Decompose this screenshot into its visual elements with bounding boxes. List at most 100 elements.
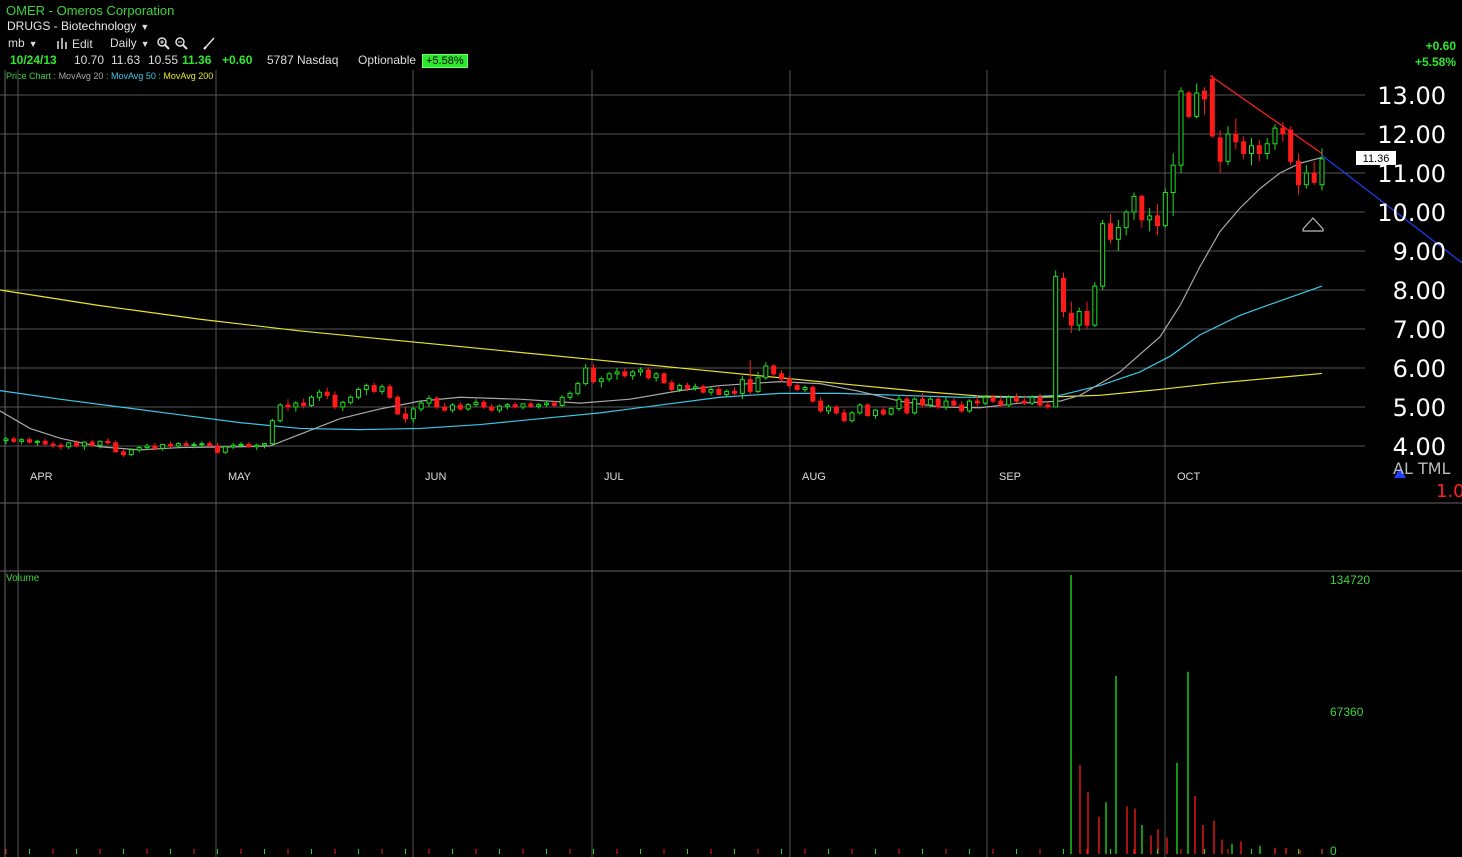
candle-down [1288, 129, 1294, 162]
month-label: JUL [604, 471, 624, 483]
candle-up [340, 401, 346, 408]
candle-up [1076, 310, 1082, 326]
candle-down [700, 386, 706, 393]
candle-down [716, 388, 722, 396]
candle-up [896, 398, 902, 410]
candle-down [457, 404, 463, 410]
candle-down [951, 400, 957, 406]
candle-down [371, 385, 377, 392]
candle-down [215, 445, 220, 453]
volume-tick-label: 0 [1330, 844, 1337, 857]
candle-up [606, 373, 612, 380]
candle-up [1123, 211, 1129, 229]
candle-up [504, 404, 510, 407]
candle-down [183, 443, 189, 446]
candle-down [74, 442, 79, 447]
candle-up [802, 387, 808, 390]
chart-grid: APR MAY JUN JUL AUG SEP OCT [0, 70, 1462, 857]
candle-up [982, 396, 988, 404]
candle-up [1319, 158, 1325, 186]
candle-up [1115, 227, 1121, 240]
ma20-line [0, 156, 1323, 451]
candle-down [645, 369, 651, 379]
candle-up [763, 365, 769, 379]
candle-up [520, 403, 526, 408]
price-chart[interactable]: APR MAY JUN JUL AUG SEP OCT 13.0012.0011.0010.… [0, 0, 1462, 857]
candle-up [888, 408, 894, 415]
price-tick-label: 7.00 [1393, 316, 1446, 344]
candle-up [222, 446, 228, 453]
month-label: SEP [999, 471, 1021, 483]
candle-up [136, 447, 142, 451]
volume-pane: Volume 134720 67360 0 [5, 573, 1370, 857]
candle-up [873, 409, 878, 417]
candle-down [168, 443, 173, 447]
candle-up [66, 442, 72, 448]
candle-down [990, 396, 996, 402]
candle-up [536, 404, 542, 407]
candle-up [3, 438, 9, 442]
candle-down [771, 365, 777, 375]
month-label: JUN [425, 471, 446, 483]
candle-down [1014, 396, 1019, 402]
candle-down [959, 404, 965, 412]
candle-down [904, 398, 910, 414]
candle-down [207, 443, 213, 447]
candle-up [1249, 145, 1254, 154]
candle-down [732, 390, 737, 394]
candle-up [418, 402, 424, 410]
candle-up [34, 440, 40, 443]
candle-down [301, 402, 307, 406]
candle-up [927, 398, 933, 406]
candle-down [442, 406, 448, 411]
volume-tick-label: 67360 [1330, 705, 1364, 719]
candle-down [1296, 160, 1301, 186]
ma50-line [0, 285, 1323, 431]
candle-up [191, 443, 197, 446]
candle-down [1217, 137, 1223, 162]
candle-down [152, 445, 158, 449]
candle-up [426, 397, 432, 404]
candle-up [309, 396, 314, 406]
candle-up [1225, 133, 1231, 162]
candle-down [11, 438, 17, 442]
month-label: APR [30, 471, 53, 483]
candle-down [880, 409, 886, 415]
candle-down [434, 397, 440, 408]
price-tick-label: 9.00 [1393, 238, 1446, 266]
candle-down [685, 385, 690, 389]
candle-up [465, 404, 471, 410]
candle-down [865, 404, 871, 417]
candle-down [1202, 90, 1207, 100]
candle-down [669, 382, 675, 390]
candle-up [293, 402, 299, 408]
candle-up [277, 404, 283, 422]
volume-tick-label: 134720 [1330, 573, 1370, 587]
month-label: MAY [228, 471, 252, 483]
candle-down [1139, 195, 1145, 221]
candle-down [1256, 145, 1262, 154]
candle-down [591, 367, 596, 383]
ma200-layer [0, 289, 1323, 398]
price-tick-label: 4.00 [1393, 433, 1446, 461]
candle-up [630, 371, 636, 377]
candle-up [1053, 275, 1059, 408]
candle-down [1037, 396, 1043, 406]
candle-up [583, 367, 589, 385]
candle-up [692, 386, 698, 389]
candle-up [912, 398, 918, 414]
candle-up [943, 400, 949, 408]
candle-down [1045, 404, 1051, 408]
candle-down [387, 386, 393, 398]
candle-up [473, 401, 479, 406]
candle-up [379, 386, 385, 392]
candle-up [559, 396, 565, 406]
candle-down [42, 440, 48, 445]
candle-down [105, 440, 111, 444]
candle-up [967, 400, 972, 412]
candle-up [410, 408, 416, 420]
candle-down [1311, 172, 1317, 183]
candle-down [794, 385, 800, 390]
candle-up [1170, 164, 1176, 193]
candle-up [638, 369, 643, 373]
